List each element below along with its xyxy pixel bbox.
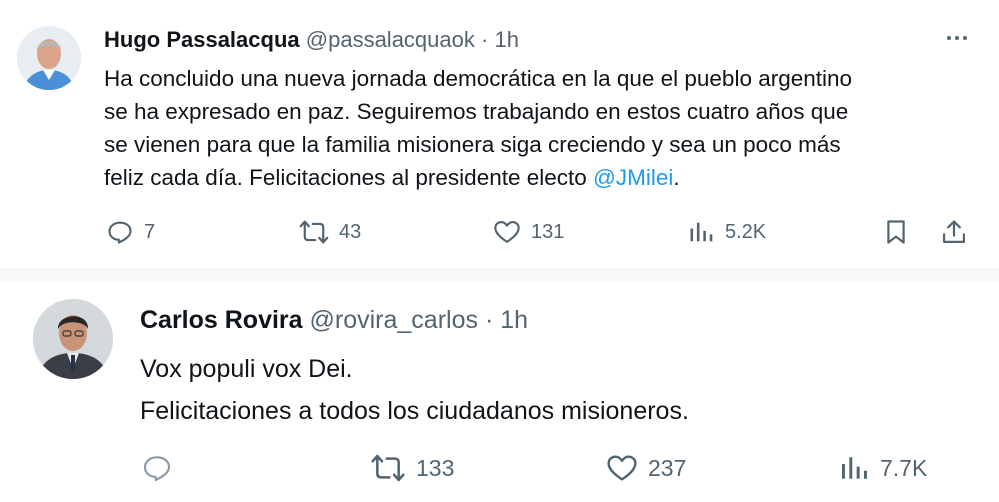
reply-button[interactable]: 7 xyxy=(106,218,155,246)
tweet-line: Vox populi vox Dei. xyxy=(140,355,353,383)
analytics-icon xyxy=(842,457,867,479)
retweet-count: 133 xyxy=(416,454,455,481)
views-button[interactable]: 7.7K xyxy=(838,452,927,484)
author-name[interactable]: Carlos Rovira xyxy=(140,306,303,334)
heart-icon xyxy=(607,455,637,481)
avatar-portrait-icon xyxy=(33,299,113,379)
author-handle[interactable]: @passalacquaok xyxy=(306,27,475,52)
avatar[interactable] xyxy=(17,26,81,90)
retweet-icon xyxy=(371,454,405,482)
timestamp[interactable]: 1h xyxy=(500,306,528,334)
share-button[interactable] xyxy=(940,218,968,246)
separator-dot: · xyxy=(484,306,494,334)
like-button[interactable]: 131 xyxy=(493,218,564,246)
like-count: 237 xyxy=(648,454,687,481)
reply-icon xyxy=(143,456,171,482)
author-handle[interactable]: @rovira_carlos xyxy=(310,306,478,334)
analytics-icon xyxy=(690,222,713,242)
tweet-line: feliz cada día. Felicitaciones al presid… xyxy=(104,161,974,194)
retweet-icon xyxy=(299,220,329,244)
retweet-button[interactable]: 133 xyxy=(370,452,454,484)
tweet-text: Ha concluido una nueva jornada democráti… xyxy=(104,62,974,194)
share-icon xyxy=(942,220,966,244)
tweet-line-text: feliz cada día. Felicitaciones al presid… xyxy=(104,165,594,190)
tweet-line: Felicitaciones a todos los ciudadanos mi… xyxy=(140,397,689,425)
retweet-button[interactable]: 43 xyxy=(299,218,361,246)
mention-link[interactable]: @JMilei xyxy=(593,165,673,190)
bookmark-icon xyxy=(887,220,905,244)
more-options-icon[interactable] xyxy=(945,26,969,56)
tweet-line: se ha expresado en paz. Seguiremos traba… xyxy=(104,99,849,124)
bookmark-button[interactable] xyxy=(882,218,910,246)
like-button[interactable]: 237 xyxy=(606,452,686,484)
tweet-separator xyxy=(0,268,999,282)
reply-button[interactable] xyxy=(141,452,173,484)
separator-dot: · xyxy=(481,27,489,52)
reply-count: 7 xyxy=(144,220,156,243)
tweet-carlos-rovira[interactable]: Carlos Rovira @rovira_carlos · 1h Vox po… xyxy=(0,282,999,502)
view-count: 5.2K xyxy=(725,220,767,243)
views-button[interactable]: 5.2K xyxy=(687,218,766,246)
tweet-text: Vox populi vox Dei. Felicitaciones a tod… xyxy=(140,348,980,432)
avatar[interactable] xyxy=(33,299,113,379)
tweet-hugo-passalacqua[interactable]: Hugo Passalacqua @passalacquaok · 1h Ha … xyxy=(0,0,999,269)
view-count: 7.7K xyxy=(880,454,928,481)
timestamp[interactable]: 1h xyxy=(494,27,518,52)
tweet-line: Ha concluido una nueva jornada democráti… xyxy=(104,66,853,91)
tweet-line-end: . xyxy=(673,165,680,190)
retweet-count: 43 xyxy=(339,220,362,243)
avatar-portrait-icon xyxy=(17,26,81,90)
reply-icon xyxy=(108,221,132,244)
heart-icon xyxy=(494,221,520,243)
tweet-line: se vienen para que la familia misionera … xyxy=(104,132,841,157)
author-name[interactable]: Hugo Passalacqua xyxy=(104,27,300,52)
like-count: 131 xyxy=(531,220,565,243)
